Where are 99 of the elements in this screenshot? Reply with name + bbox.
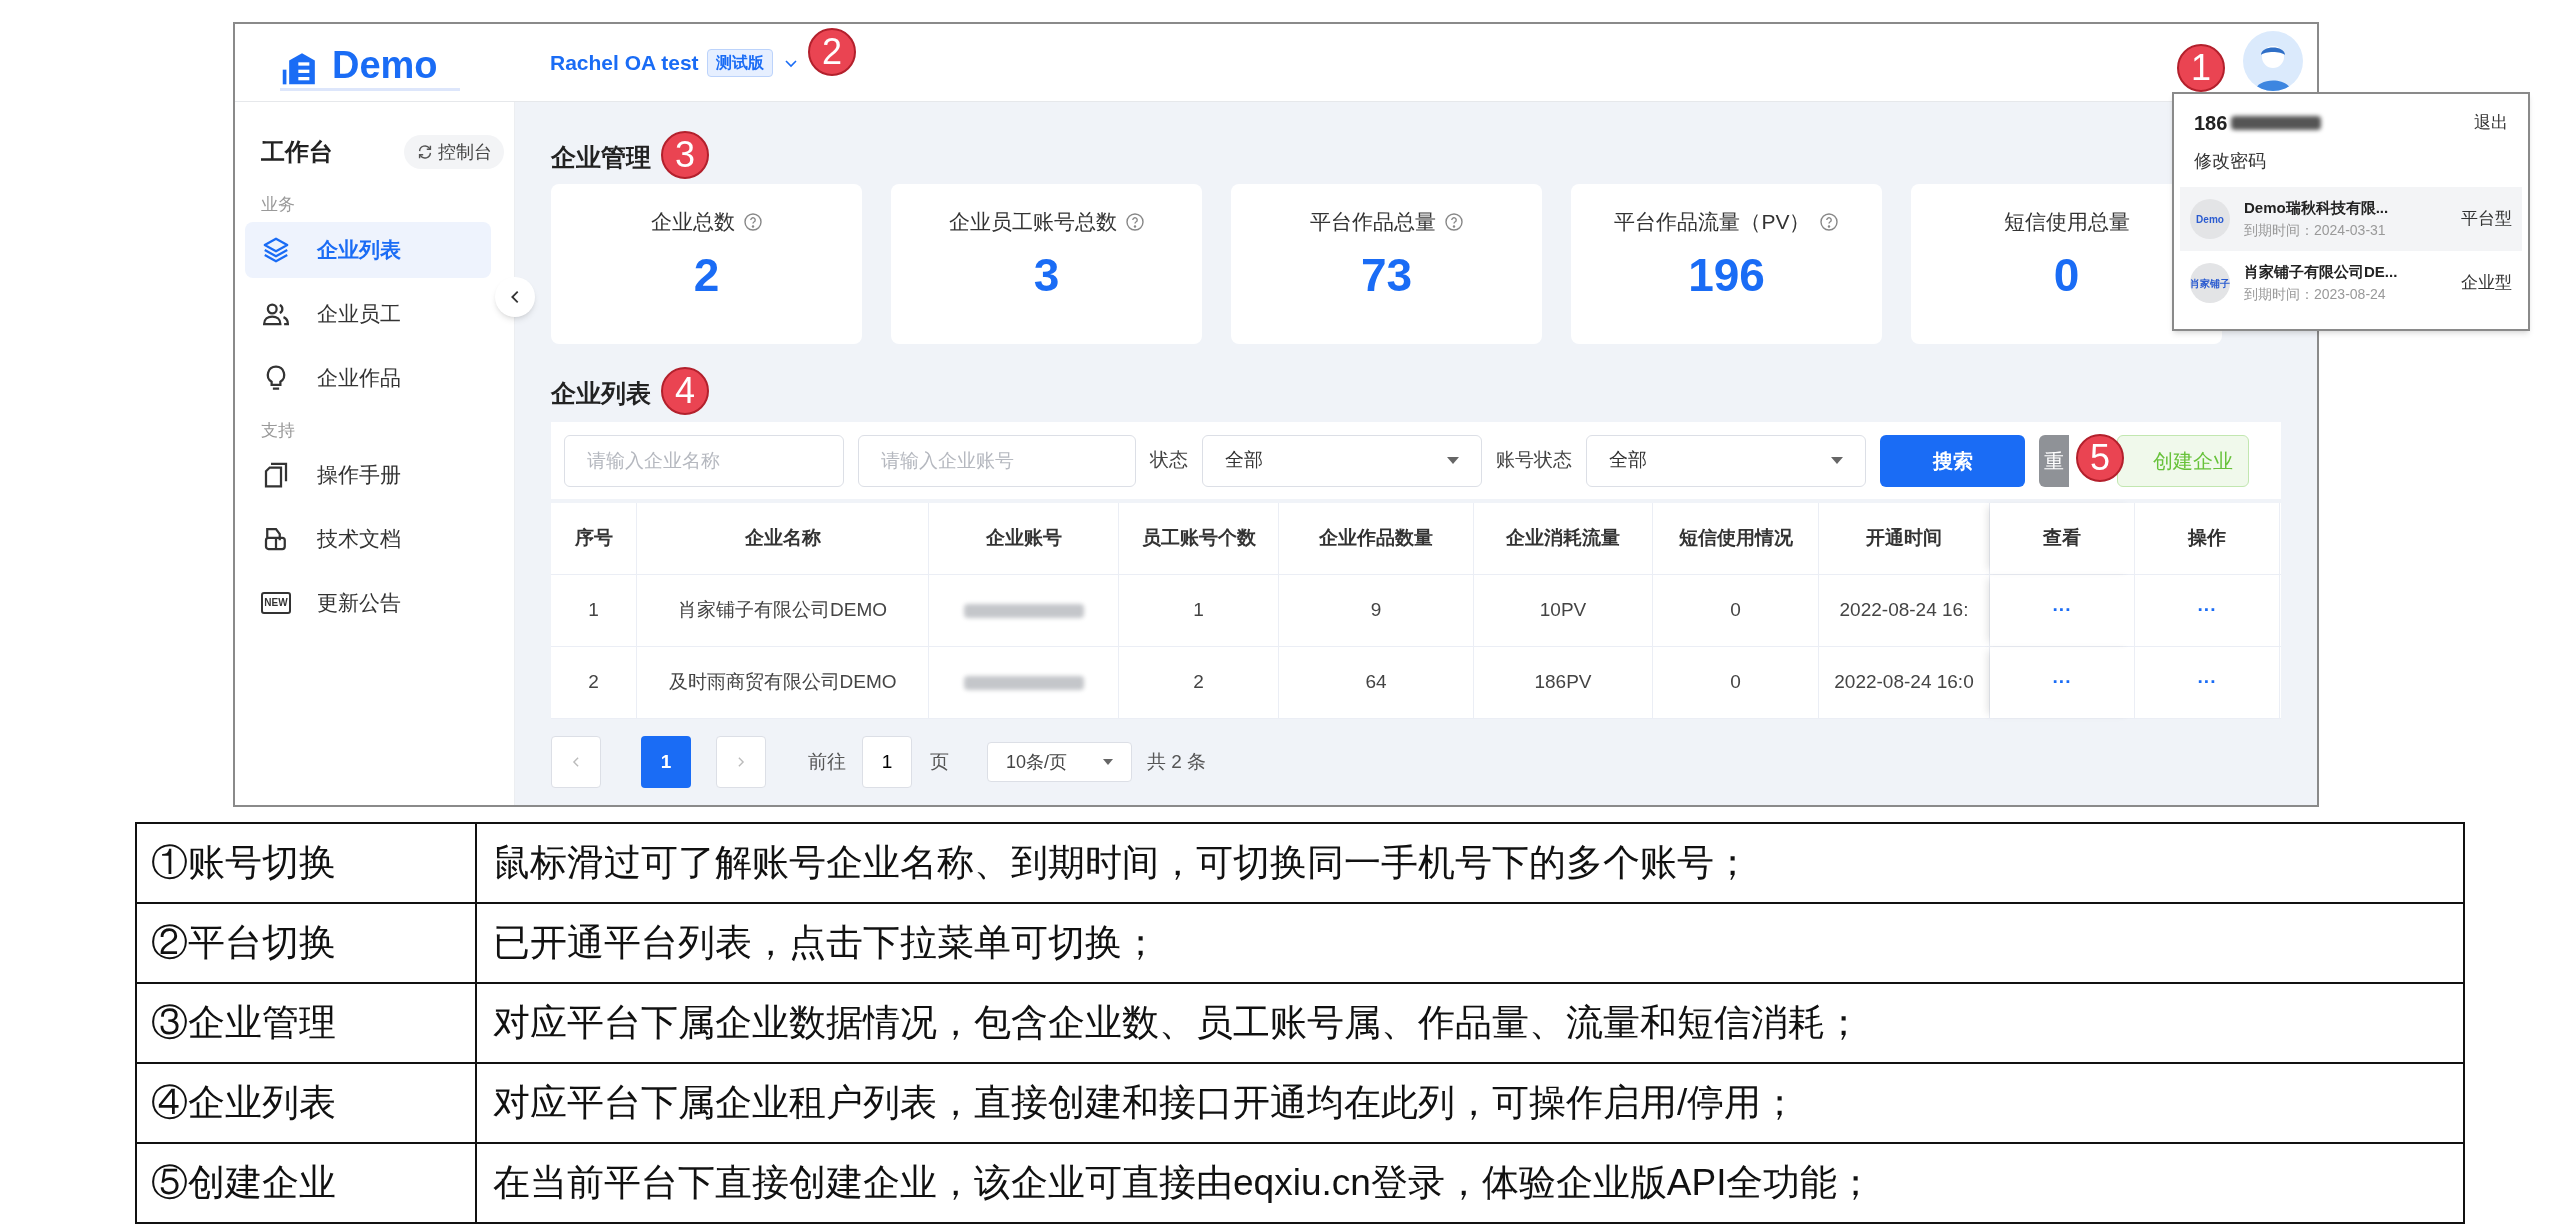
expiry-date: 到期时间：2023-08-24 — [2244, 284, 2387, 304]
stat-label: 企业总数 — [650, 209, 735, 235]
stat-label: 平台作品流量（PV） — [1614, 209, 1811, 235]
column-header: 开通时间 — [1819, 503, 1990, 574]
column-header: 查看 — [1990, 503, 2135, 574]
help-icon[interactable] — [1443, 211, 1464, 232]
term-cell: ③企业管理 — [137, 984, 477, 1062]
action-link[interactable]: ··· — [2197, 596, 2217, 625]
select-field[interactable]: 全部 — [1202, 434, 1482, 487]
description-cell-text: 在当前平台下直接创建企业，该企业可直接由eqxiu.cn登录，体验企业版API全功能； — [492, 1161, 1876, 1206]
account-item[interactable]: Demo Demo瑞秋科技有限... 到期时间：2024-03-31 平台型 — [2180, 187, 2522, 251]
company-logo: 肖家铺子 — [2190, 263, 2230, 303]
column-header: 企业名称 — [637, 503, 929, 574]
stat-label: 短信使用总量 — [2003, 209, 2130, 235]
page-size-select[interactable]: 10条/页 — [987, 742, 1132, 782]
sidebar-item[interactable]: 企业作品 — [245, 349, 491, 406]
refresh-icon — [416, 143, 434, 161]
description-cell-text: 鼠标滑过可了解账号企业名称、到期时间，可切换同一手机号下的多个账号； — [492, 841, 1752, 886]
dropdown-arrow-icon — [1447, 457, 1459, 464]
column-header: 企业消耗流量 — [1474, 503, 1653, 574]
column-header: 序号 — [551, 503, 637, 574]
action-link[interactable]: ··· — [2197, 668, 2217, 697]
stat-value: 0 — [2053, 251, 2080, 298]
account-name: 肖家铺子有限公司DE... — [2244, 262, 2399, 283]
search-button[interactable]: 搜索 — [1880, 434, 2025, 487]
new-badge-icon: NEW — [261, 592, 291, 614]
table-cell: 2022-08-24 16:0 — [1819, 647, 1990, 718]
page-button[interactable]: 1 — [641, 736, 691, 788]
page-unit-label: 页 — [930, 749, 949, 774]
section-heading: 支持 — [260, 419, 296, 442]
section-heading: 业务 — [260, 194, 296, 216]
account-type: 企业型 — [2461, 272, 2512, 295]
sidebar-title: 工作台 — [261, 137, 333, 167]
account-type: 平台型 — [2461, 208, 2512, 231]
phone-number: 186 — [2194, 111, 2228, 136]
sidebar-item[interactable]: 技术文档 — [245, 511, 491, 567]
table-cell: 0 — [1653, 575, 1819, 646]
stat-value: 2 — [693, 251, 720, 298]
section-title: 企业管理 — [551, 142, 651, 173]
view-link[interactable]: ··· — [2052, 596, 2072, 625]
logo: Demo — [280, 34, 460, 91]
description-cell-text: 对应平台下属企业数据情况，包含企业数、员工账号属、作品量、流量和短信消耗； — [492, 1001, 1863, 1046]
table-cell: 肖家铺子有限公司DEMO — [637, 575, 929, 646]
term-cell: ②平台切换 — [137, 904, 477, 982]
collapse-button[interactable] — [495, 277, 535, 317]
table-cell: 及时雨商贸有限公司DEMO — [637, 647, 929, 718]
console-button[interactable]: 控制台 — [404, 135, 504, 169]
table-cell: 0 — [1653, 647, 1819, 718]
total-count: 共 2 条 — [1147, 749, 1207, 774]
account-name: Demo瑞秋科技有限... — [2244, 198, 2390, 219]
section-title: 企业列表 — [551, 378, 651, 409]
table-cell: 10PV — [1474, 575, 1653, 646]
sidebar-item[interactable]: NEW 更新公告 — [245, 575, 491, 631]
filter-label: 账号状态 — [1496, 448, 1572, 473]
sidebar-item[interactable]: 操作手册 — [245, 447, 491, 503]
sidebar-item[interactable]: 企业列表 — [245, 221, 491, 278]
input-field[interactable]: 请输入企业名称 — [564, 434, 844, 487]
table-cell: 2022-08-24 16: — [1819, 575, 1990, 646]
description-cell-text: 对应平台下属企业租户列表，直接创建和接口开通均在此列，可操作启用/停用； — [492, 1081, 1800, 1126]
help-icon[interactable] — [742, 211, 763, 232]
column-header: 企业账号 — [929, 503, 1119, 574]
table-cell: 2 — [551, 647, 637, 718]
stat-value: 73 — [1360, 251, 1413, 298]
help-icon[interactable] — [1818, 211, 1839, 232]
column-header: 短信使用情况 — [1653, 503, 1819, 574]
goto-label: 前往 — [808, 749, 846, 774]
stat-value: 196 — [1688, 251, 1765, 298]
description-cell-text: 已开通平台列表，点击下拉菜单可切换； — [492, 921, 1160, 966]
dropdown-arrow-icon — [1831, 457, 1843, 464]
logout-link[interactable]: 退出 — [2474, 110, 2508, 136]
table-cell: 64 — [1279, 647, 1474, 718]
term-cell: ⑤创建企业 — [137, 1144, 477, 1222]
column-header: 企业作品数量 — [1279, 503, 1474, 574]
view-link[interactable]: ··· — [2052, 668, 2072, 697]
expiry-date: 到期时间：2024-03-31 — [2244, 220, 2387, 240]
change-password-link[interactable]: 修改密码 — [2174, 148, 2528, 175]
avatar[interactable] — [2243, 31, 2303, 91]
column-header: 员工账号个数 — [1119, 503, 1279, 574]
edition-tag: 测试版 — [706, 48, 773, 77]
page-input[interactable]: 1 — [862, 736, 912, 788]
term-cell: ①账号切换 — [137, 824, 477, 902]
stat-value: 3 — [1033, 251, 1060, 298]
input-field[interactable]: 请输入企业账号 — [858, 434, 1136, 487]
table-cell: 1 — [551, 575, 637, 646]
stat-label: 企业员工账号总数 — [948, 209, 1117, 235]
table-cell: 9 — [1279, 575, 1474, 646]
select-field[interactable]: 全部 — [1586, 434, 1866, 487]
term-cell: ④企业列表 — [137, 1064, 477, 1142]
filter-label: 状态 — [1150, 448, 1188, 473]
help-icon[interactable] — [1124, 211, 1145, 232]
sidebar-item[interactable]: 企业员工 — [245, 285, 491, 342]
table-cell: 1 — [1119, 575, 1279, 646]
table-cell: 2 — [1119, 647, 1279, 718]
platform-name[interactable]: Rachel OA test — [550, 46, 699, 79]
column-header: 操作 — [2135, 503, 2280, 574]
company-logo: Demo — [2190, 199, 2230, 239]
dropdown-arrow-icon — [1103, 759, 1113, 765]
table-cell: 186PV — [1474, 647, 1653, 718]
stat-label: 平台作品总量 — [1309, 209, 1436, 235]
